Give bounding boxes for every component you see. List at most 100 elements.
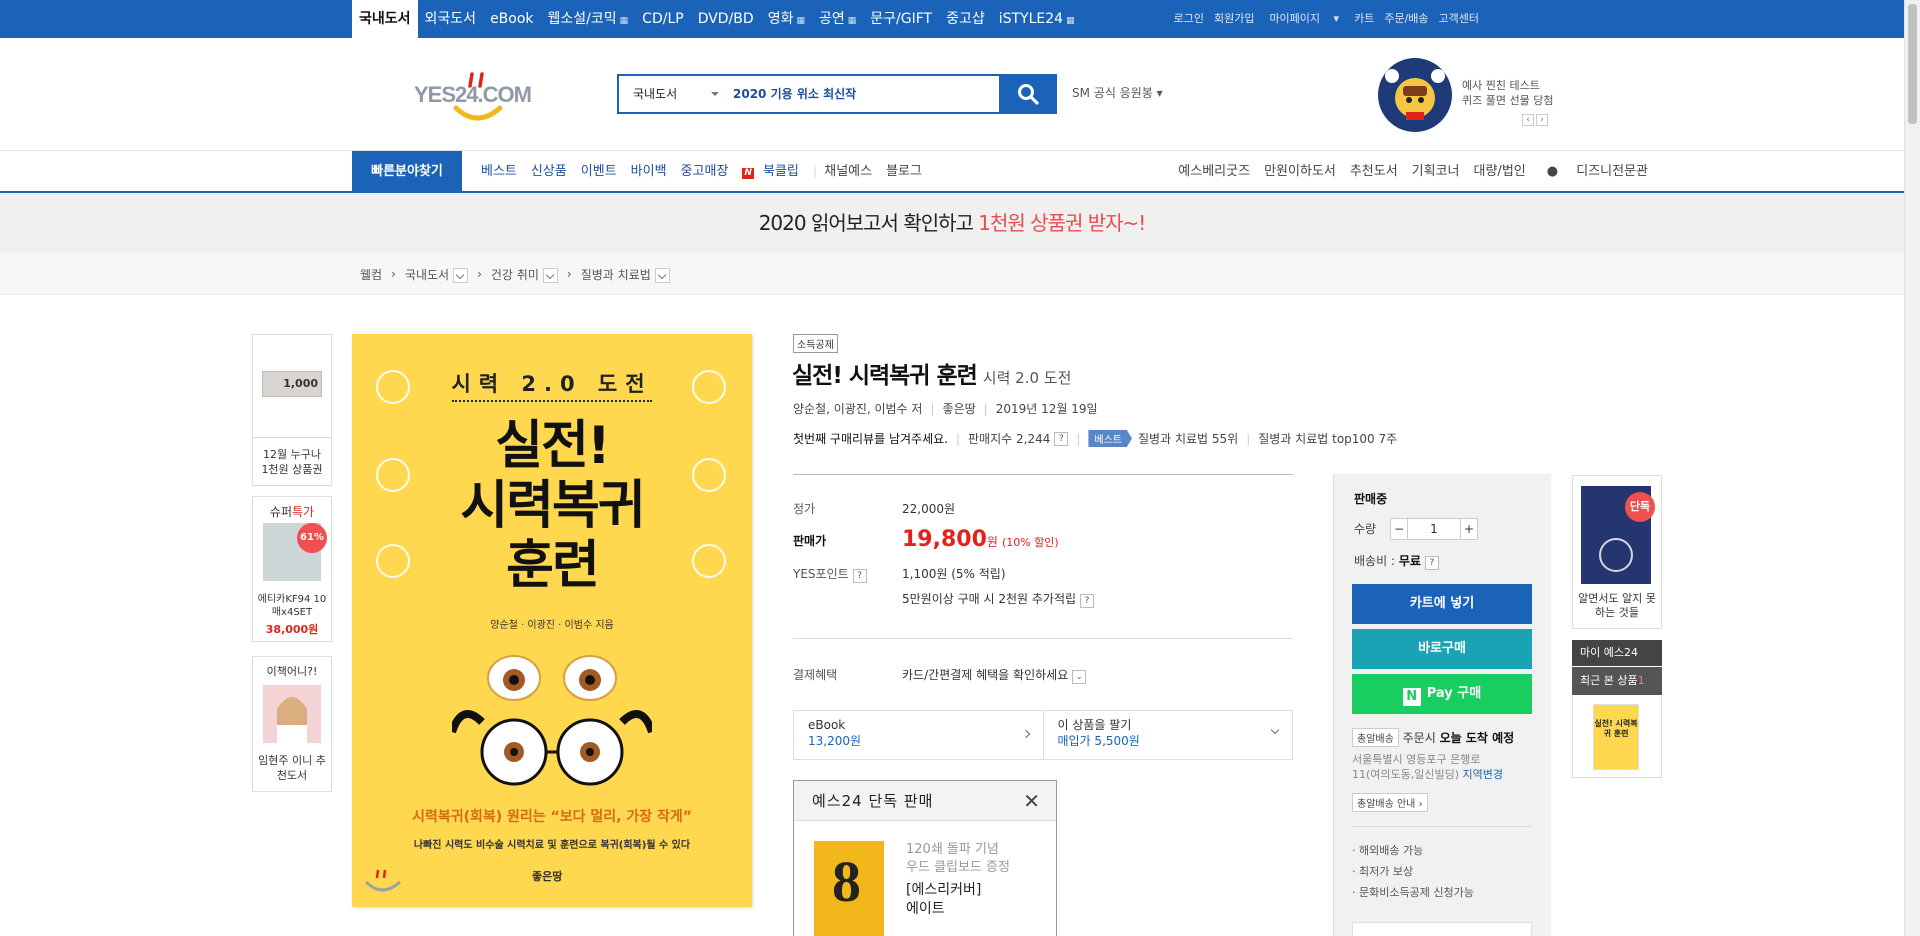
- cat-performance[interactable]: 공연 ▦: [812, 0, 863, 38]
- event-banner[interactable]: 2020 읽어보고서 확인하고 1천원 상품권 받자~!: [0, 193, 1904, 253]
- product-meta: 양순철, 이광진, 이범수 저 | 좋은땅 | 2019년 12월 19일: [793, 402, 1098, 416]
- nav-best[interactable]: 베스트: [474, 151, 524, 193]
- product-title: 실전! 시력복귀 훈련 시력 2.0 도전: [792, 356, 1071, 390]
- mickey-icon: ●: [1546, 164, 1559, 179]
- exclusive-line3: [에스리커버]: [906, 882, 982, 898]
- service-culture-deduction[interactable]: · 문화비소득공제 신청가능: [1352, 882, 1474, 903]
- nav-goods[interactable]: 예스베리굿즈: [1171, 151, 1257, 193]
- left-ad-recommend[interactable]: 이책어니?! 임현주 이니 추천도서: [252, 656, 332, 792]
- quick-category-button[interactable]: 빠른분야찾기: [352, 151, 462, 193]
- cat-ebook[interactable]: eBook: [483, 0, 540, 38]
- payment-benefit[interactable]: 카드/간편결제 혜택을 확인하세요 ⌄: [902, 666, 1087, 684]
- nav-bookclip[interactable]: N 북클립: [735, 151, 812, 193]
- cat-domestic-books[interactable]: 국내도서: [352, 0, 418, 38]
- dropdown-icon[interactable]: [453, 267, 469, 283]
- cat-foreign-books[interactable]: 외국도서: [418, 0, 484, 38]
- category-rank[interactable]: 질병과 치료법 55위: [1138, 430, 1238, 447]
- nav-used-store[interactable]: 중고매장: [674, 151, 736, 193]
- cat-performance-label: 공연: [818, 11, 845, 27]
- search-category-select[interactable]: 국내도서: [619, 76, 731, 112]
- help-icon[interactable]: ?: [1054, 431, 1069, 446]
- breadcrumb-disease[interactable]: 질병과 치료법: [581, 266, 670, 283]
- product-publisher[interactable]: 좋은땅: [943, 402, 976, 416]
- yes-point-label: YES포인트?: [793, 565, 867, 583]
- change-region-link[interactable]: 지역변경: [1463, 768, 1503, 781]
- signup-link[interactable]: 회원가입: [1209, 0, 1259, 38]
- service-overseas[interactable]: · 해외배송 가능: [1352, 840, 1474, 861]
- book-cover-image[interactable]: 시력 2.0 도전 실전! 시력복귀 훈련 양순철 · 이광진 · 이범수 지음 시…: [352, 334, 752, 907]
- service-overseas-label: 해외배송 가능: [1359, 844, 1424, 857]
- recommend-caption: 임현주 이니 추천도서: [258, 754, 326, 782]
- header-promo[interactable]: 예사 찐친 테스트 퀴즈 풀면 선물 당첨 ‹ ›: [1378, 56, 1558, 136]
- yes-point-value: 1,100원 (5% 적립): [902, 567, 1006, 581]
- breadcrumb-home[interactable]: 웰컴: [360, 266, 382, 283]
- nav-buyback[interactable]: 바이백: [624, 151, 674, 193]
- service-list: · 해외배송 가능 · 최저가 보상 · 문화비소득공제 신청가능: [1352, 840, 1474, 903]
- close-icon[interactable]: ✕: [1023, 791, 1040, 811]
- left-ad-super-deal[interactable]: 슈퍼특가 61% 에티카KF94 10매x4SET 38,000원: [252, 496, 332, 642]
- mypage-link[interactable]: 마이페이지 ▾: [1259, 0, 1349, 38]
- cart-link[interactable]: 카트: [1349, 0, 1379, 38]
- my-yes24-link[interactable]: 마이 예스24: [1572, 640, 1662, 666]
- review-prompt[interactable]: 첫번째 구매리뷰를 남겨주세요.: [793, 430, 948, 447]
- nav-event[interactable]: 이벤트: [574, 151, 624, 193]
- scrollbar-thumb[interactable]: [1908, 4, 1917, 124]
- top100-weeks[interactable]: 질병과 치료법 top100 7주: [1258, 430, 1397, 447]
- promo-line2: 퀴즈 풀면 선물 당첨: [1462, 94, 1554, 107]
- exclusive-book-image[interactable]: 8: [814, 841, 884, 936]
- cat-istyle[interactable]: iSTYLE24 ▦: [992, 0, 1082, 38]
- search-icon: [1018, 84, 1039, 105]
- nav-disney[interactable]: ● 디즈니전문관: [1533, 151, 1662, 193]
- nav-under10000[interactable]: 만원이하도서: [1257, 151, 1343, 193]
- naver-pay-button[interactable]: N Pay 구매: [1352, 674, 1532, 714]
- nav-blog[interactable]: 블로그: [879, 151, 929, 193]
- bullet-delivery-guide[interactable]: 총알배송 안내 ›: [1352, 792, 1428, 812]
- login-link[interactable]: 로그인: [1169, 0, 1209, 38]
- nav-recommend[interactable]: 추천도서: [1343, 151, 1405, 193]
- super-deal-title-text: 슈퍼: [269, 505, 292, 519]
- nav-special[interactable]: 기획코너: [1405, 151, 1467, 193]
- product-authors[interactable]: 양순철, 이광진, 이범수 저: [793, 402, 922, 416]
- search-button[interactable]: [999, 74, 1057, 114]
- cat-used[interactable]: 중고샵: [939, 0, 992, 38]
- add-to-cart-button[interactable]: 카트에 넣기: [1352, 584, 1532, 624]
- cat-cdlp[interactable]: CD/LP: [635, 0, 691, 38]
- next-arrow-icon[interactable]: ›: [1536, 114, 1548, 126]
- cat-webnovel[interactable]: 웹소설/코믹 ▦: [541, 0, 636, 38]
- service-lowest-price-label: 최저가 보상: [1359, 865, 1414, 878]
- left-ad-voucher[interactable]: 1,000 12월 누구나 1천원 상품권: [252, 334, 332, 486]
- help-icon[interactable]: ?: [1424, 556, 1439, 570]
- ebook-option[interactable]: eBook 13,200원: [794, 711, 1043, 759]
- breadcrumb-domestic[interactable]: 국내도서: [405, 266, 469, 283]
- resell-option[interactable]: 이 상품을 팔기 매입가 5,500원: [1042, 711, 1293, 759]
- right-ad-book[interactable]: 단독 알면서도 알지 못하는 것들: [1572, 475, 1662, 629]
- recent-items-tab[interactable]: 최근 본 상품1: [1572, 667, 1662, 695]
- buy-now-button[interactable]: 바로구매: [1352, 629, 1532, 669]
- exclusive-book-title[interactable]: [에스리커버] 에이트: [906, 881, 981, 919]
- customer-center-link[interactable]: 고객센터: [1434, 0, 1484, 38]
- yes24-logo[interactable]: YES24.COM: [414, 64, 574, 126]
- cat-gift[interactable]: 문구/GIFT: [863, 0, 939, 38]
- chevron-down-icon[interactable]: ⌄: [1072, 670, 1087, 684]
- help-icon[interactable]: ?: [1080, 594, 1095, 608]
- recent-item[interactable]: 실전! 시력복귀 훈련: [1572, 696, 1662, 778]
- breadcrumb-health[interactable]: 건강 취미: [491, 266, 558, 283]
- page-scrollbar[interactable]: [1904, 0, 1920, 936]
- sm-lightstick-link[interactable]: SM 공식 응원봉 ▾: [1072, 84, 1163, 101]
- qty-minus-button[interactable]: −: [1390, 518, 1408, 540]
- delivery-eta: 오늘 도착 예정: [1439, 731, 1515, 745]
- prev-arrow-icon[interactable]: ‹: [1522, 114, 1534, 126]
- dropdown-icon[interactable]: [542, 267, 558, 283]
- orders-link[interactable]: 주문/배송: [1379, 0, 1433, 38]
- qty-input[interactable]: 1: [1408, 518, 1460, 540]
- nav-channel-yes[interactable]: 채널예스: [817, 151, 879, 193]
- qty-plus-button[interactable]: +: [1460, 518, 1478, 540]
- service-lowest-price[interactable]: · 최저가 보상: [1352, 861, 1474, 882]
- nav-new[interactable]: 신상품: [524, 151, 574, 193]
- nav-bulk[interactable]: 대량/법인: [1467, 151, 1533, 193]
- cat-movie[interactable]: 영화 ▦: [761, 0, 812, 38]
- tax-deduction-badge: 소득공제: [793, 334, 838, 353]
- dropdown-icon[interactable]: [654, 267, 670, 283]
- help-icon[interactable]: ?: [852, 569, 867, 583]
- cat-dvdbd[interactable]: DVD/BD: [691, 0, 761, 38]
